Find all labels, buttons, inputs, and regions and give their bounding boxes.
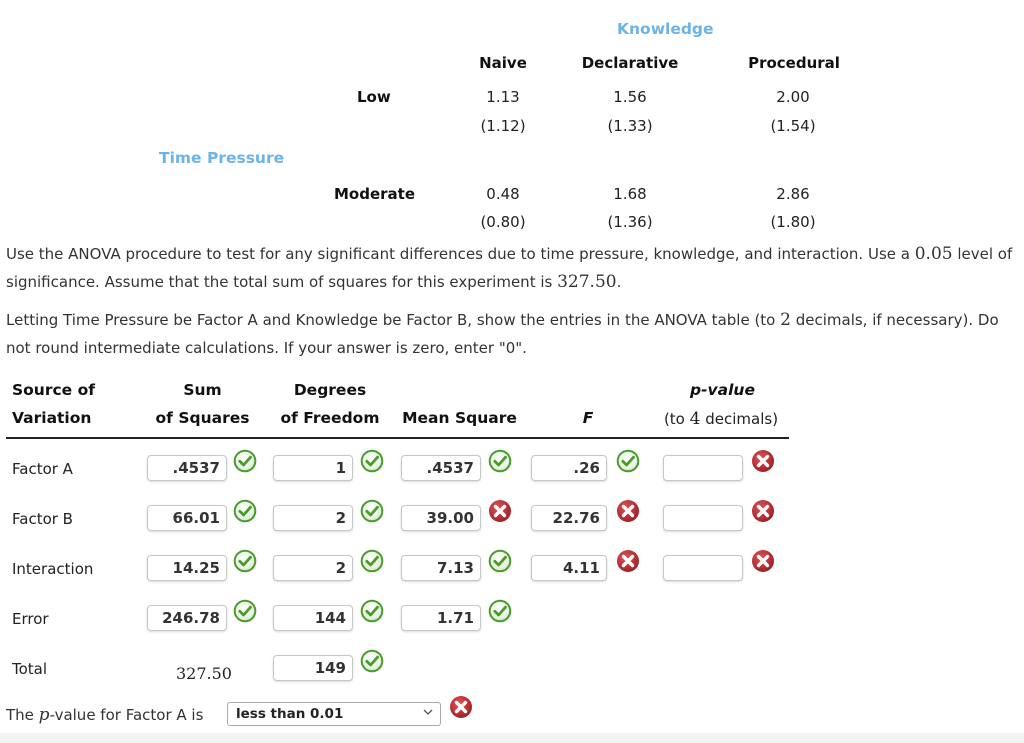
degrees-of-freedom-input-error[interactable]: 144 <box>273 605 353 631</box>
mean-moderate-procedural: 2.86 <box>776 185 810 203</box>
header-ss-line2: of Squares <box>155 409 250 427</box>
header-f: F <box>582 409 594 427</box>
instruction-text: Use the ANOVA procedure to test for any … <box>6 245 915 263</box>
correct-checkmark-icon <box>360 599 384 623</box>
significance-level: 0.05 <box>914 244 953 264</box>
header-decimals: 4 <box>689 409 701 429</box>
row-label-error: Error <box>12 610 49 628</box>
header-p-value-line2: (to 4 decimals) <box>656 409 786 429</box>
mean-moderate-naive: 0.48 <box>486 185 520 203</box>
mean-low-procedural: 2.00 <box>776 88 810 106</box>
question-text: The <box>6 706 39 724</box>
correct-checkmark-icon <box>360 549 384 573</box>
header-divider <box>6 437 789 439</box>
degrees-of-freedom-input-factor-a[interactable]: 1 <box>273 455 353 481</box>
correct-checkmark-icon <box>488 549 512 573</box>
correct-checkmark-icon <box>488 599 512 623</box>
sd-low-procedural: (1.54) <box>770 117 816 135</box>
total-sum-of-squares: 327.50 <box>557 272 617 292</box>
mean-low-naive: 1.13 <box>486 88 520 106</box>
degrees-of-freedom-input-factor-b[interactable]: 2 <box>273 505 353 531</box>
sd-moderate-naive: (0.80) <box>480 213 526 231</box>
correct-checkmark-icon <box>233 449 257 473</box>
header-source-line1: Source of <box>12 381 95 399</box>
correct-checkmark-icon <box>360 449 384 473</box>
mean-square-input-interaction[interactable]: 7.13 <box>401 555 481 581</box>
incorrect-icon <box>616 549 640 573</box>
mean-low-declarative: 1.56 <box>613 88 647 106</box>
header-text: decimals) <box>700 410 779 428</box>
header-df-line2: of Freedom <box>280 409 380 427</box>
p-value-input-interaction[interactable] <box>663 555 743 581</box>
sd-low-declarative: (1.33) <box>607 117 653 135</box>
incorrect-icon <box>450 696 472 718</box>
instruction-text: Letting Time Pressure be Factor A and Kn… <box>6 311 781 329</box>
sum-of-squares-input-interaction[interactable]: 14.25 <box>147 555 227 581</box>
incorrect-icon <box>751 449 775 473</box>
header-ss-line1: Sum <box>183 381 222 399</box>
mean-square-input-error[interactable]: 1.71 <box>401 605 481 631</box>
chevron-down-icon <box>423 709 433 715</box>
column-header-naive: Naive <box>479 54 527 72</box>
sd-low-naive: (1.12) <box>480 117 526 135</box>
header-text: (to <box>663 410 690 428</box>
correct-checkmark-icon <box>233 549 257 573</box>
question-text: -value for Factor A is <box>49 706 204 724</box>
incorrect-icon <box>488 499 512 523</box>
p-value-input-factor-b[interactable] <box>663 505 743 531</box>
sum-of-squares-input-error[interactable]: 246.78 <box>147 605 227 631</box>
f-statistic-input-interaction[interactable]: 4.11 <box>531 555 607 581</box>
row-header-moderate: Moderate <box>334 185 416 203</box>
row-header-low: Low <box>357 88 391 106</box>
sd-moderate-declarative: (1.36) <box>607 213 653 231</box>
degrees-of-freedom-input-total[interactable]: 149 <box>273 655 353 681</box>
page-bottom-bar <box>0 733 1024 743</box>
sum-of-squares-input-factor-a[interactable]: .4537 <box>147 455 227 481</box>
correct-checkmark-icon <box>360 499 384 523</box>
row-label-factor-b: Factor B <box>12 510 73 528</box>
instruction-paragraph-1: Use the ANOVA procedure to test for any … <box>6 240 1022 296</box>
column-header-declarative: Declarative <box>581 54 679 72</box>
row-label-factor-a: Factor A <box>12 460 73 478</box>
correct-checkmark-icon <box>233 599 257 623</box>
incorrect-icon <box>751 499 775 523</box>
total-sum-of-squares-value: 327.50 <box>176 664 232 683</box>
f-statistic-input-factor-a[interactable]: .26 <box>531 455 607 481</box>
correct-checkmark-icon <box>616 449 640 473</box>
p-value-input-factor-a[interactable] <box>663 455 743 481</box>
degrees-of-freedom-input-interaction[interactable]: 2 <box>273 555 353 581</box>
header-df-line1: Degrees <box>293 381 367 399</box>
pvalue-question-label: The p-value for Factor A is <box>6 705 203 725</box>
f-statistic-input-factor-b[interactable]: 22.76 <box>531 505 607 531</box>
correct-checkmark-icon <box>488 449 512 473</box>
p-symbol: p <box>38 705 50 725</box>
instruction-paragraph-2: Letting Time Pressure be Factor A and Kn… <box>6 306 1022 362</box>
mean-square-input-factor-a[interactable]: .4537 <box>401 455 481 481</box>
sd-moderate-procedural: (1.80) <box>770 213 816 231</box>
header-source-line2: Variation <box>12 409 92 427</box>
incorrect-icon <box>751 549 775 573</box>
mean-moderate-declarative: 1.68 <box>613 185 647 203</box>
select-value: less than 0.01 <box>236 706 344 722</box>
row-label-total: Total <box>12 660 48 678</box>
mean-square-input-factor-b[interactable]: 39.00 <box>401 505 481 531</box>
knowledge-factor-label: Knowledge <box>617 20 714 38</box>
row-label-interaction: Interaction <box>12 560 94 578</box>
decimals-count: 2 <box>780 310 791 330</box>
sum-of-squares-input-factor-b[interactable]: 66.01 <box>147 505 227 531</box>
time-pressure-factor-label: Time Pressure <box>159 149 285 167</box>
correct-checkmark-icon <box>233 499 257 523</box>
header-p-value-line1: p-value <box>690 381 755 399</box>
correct-checkmark-icon <box>360 649 384 673</box>
instruction-text: . <box>616 273 622 291</box>
header-mean-square: Mean Square <box>402 409 517 427</box>
incorrect-icon <box>616 499 640 523</box>
column-header-procedural: Procedural <box>748 54 840 72</box>
pvalue-factor-a-select[interactable]: less than 0.01 <box>227 702 441 726</box>
